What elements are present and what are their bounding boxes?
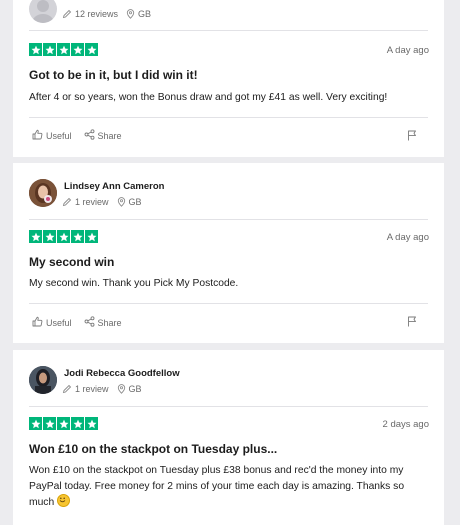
useful-label: Useful — [46, 317, 72, 328]
review-title[interactable]: My second win — [29, 255, 114, 269]
share-label: Share — [97, 317, 122, 328]
star-icon — [29, 230, 42, 243]
review-date: A day ago — [386, 232, 429, 243]
review-title[interactable]: Got to be in it, but I did win it! — [29, 68, 198, 82]
star-icon — [71, 230, 84, 243]
star-icon — [43, 230, 56, 243]
star-icon — [71, 43, 84, 56]
star-icon — [43, 417, 56, 430]
thumbs-up-icon — [32, 129, 43, 142]
reviewer-name[interactable]: Jodi Rebecca Goodfellow — [64, 368, 180, 379]
flag-icon[interactable] — [407, 314, 417, 332]
star-icon — [85, 417, 98, 430]
star-icon — [29, 43, 42, 56]
review-actions: Useful Share — [32, 316, 134, 329]
location-pin-icon — [117, 197, 126, 207]
share-label: Share — [97, 130, 122, 141]
divider — [29, 117, 428, 118]
avatar — [29, 0, 57, 23]
star-icon — [85, 43, 98, 56]
location-pin-icon — [117, 384, 126, 394]
pencil-icon — [62, 197, 72, 207]
review-count: 1 review — [75, 197, 109, 207]
share-icon — [84, 316, 95, 329]
reviewer-meta: 1 review GB — [62, 384, 142, 394]
review-body-text: Won £10 on the stackpot on Tuesday plus … — [29, 465, 405, 508]
star-icon — [57, 43, 70, 56]
review-body: My second win. Thank you Pick My Postcod… — [29, 278, 239, 289]
pencil-icon — [62, 9, 72, 19]
country: GB — [138, 9, 152, 19]
review-card: Jodi Rebecca Goodfellow 1 review GB 2 da… — [13, 350, 444, 525]
reviewer-meta: 12 reviews GB — [62, 9, 151, 19]
share-icon — [84, 129, 95, 142]
star-icon — [57, 417, 70, 430]
avatar[interactable] — [29, 366, 57, 394]
divider — [29, 219, 428, 220]
star-icon — [29, 417, 42, 430]
star-icon — [85, 230, 98, 243]
review-card: 12 reviews GB A day ago Got to be in it,… — [13, 0, 444, 157]
star-rating — [29, 417, 98, 430]
divider — [29, 303, 428, 304]
review-card: Lindsey Ann Cameron 1 review GB A day ag… — [13, 163, 444, 343]
pencil-icon — [62, 384, 72, 394]
review-title[interactable]: Won £10 on the stackpot on Tuesday plus.… — [29, 442, 277, 456]
star-icon — [71, 417, 84, 430]
review-actions: Useful Share — [32, 129, 134, 142]
flag-icon[interactable] — [407, 128, 417, 146]
review-body: After 4 or so years, won the Bonus draw … — [29, 92, 388, 103]
star-rating — [29, 230, 98, 243]
divider — [29, 30, 428, 31]
thumbs-up-icon — [32, 316, 43, 329]
star-icon — [43, 43, 56, 56]
smiling-face-emoji — [57, 494, 71, 507]
review-count: 12 reviews — [75, 9, 119, 19]
avatar[interactable] — [29, 179, 57, 207]
reviewer-name[interactable]: Lindsey Ann Cameron — [64, 181, 164, 192]
useful-button[interactable]: Useful — [32, 316, 72, 329]
country: GB — [128, 197, 142, 207]
review-date: 2 days ago — [382, 419, 429, 430]
review-date: A day ago — [386, 45, 429, 56]
share-button[interactable]: Share — [84, 316, 122, 329]
review-count: 1 review — [75, 384, 109, 394]
star-icon — [57, 230, 70, 243]
star-rating — [29, 43, 98, 56]
useful-label: Useful — [46, 130, 72, 141]
share-button[interactable]: Share — [84, 129, 122, 142]
country: GB — [128, 384, 142, 394]
divider — [29, 406, 428, 407]
reviewer-meta: 1 review GB — [62, 197, 142, 207]
review-body: Won £10 on the stackpot on Tuesday plus … — [29, 463, 430, 511]
useful-button[interactable]: Useful — [32, 129, 72, 142]
location-pin-icon — [126, 9, 135, 19]
